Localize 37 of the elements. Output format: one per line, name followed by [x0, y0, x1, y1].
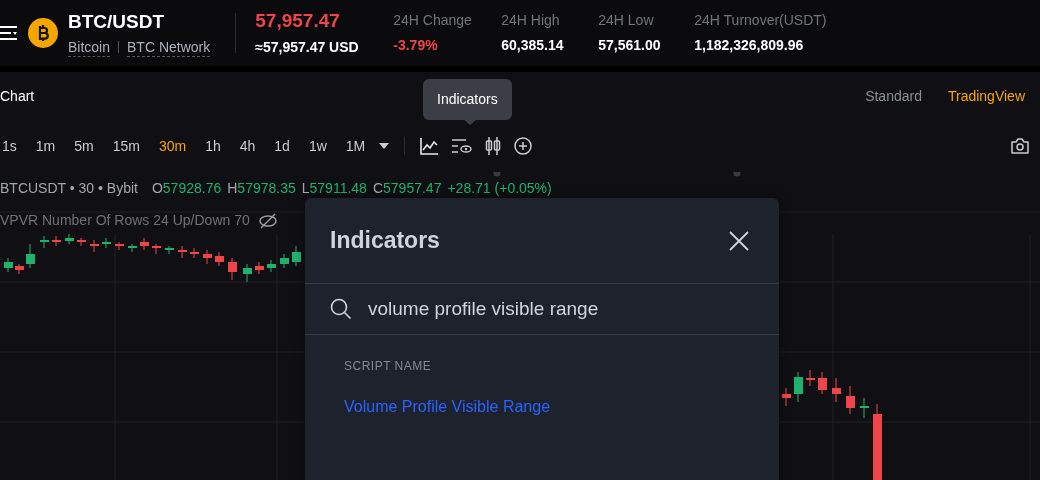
indicator-legend: VPVR Number Of Rows 24 Up/Down 70 [0, 210, 250, 231]
interval-tab[interactable]: 15m [112, 135, 140, 157]
stat-value: 60,385.14 [501, 36, 565, 55]
ohlc-value: O57928.76 [151, 180, 222, 196]
network-link[interactable]: BTC Network [127, 37, 211, 57]
price-change: +28.71 (+0.05%) [447, 180, 552, 196]
view-mode-tab[interactable]: Standard [865, 85, 922, 107]
coin-name-link[interactable]: Bitcoin [68, 37, 111, 57]
section-heading: SCRIPT NAME [344, 358, 433, 375]
interval-tab[interactable]: 4h [239, 135, 256, 157]
usd-price: ≈57,957.47 USD [255, 37, 360, 57]
stat-label: 24H Low [598, 11, 655, 30]
stat-label: 24H High [501, 11, 561, 30]
interval-tab[interactable]: 1w [308, 135, 327, 157]
interval-tab[interactable]: 1s [2, 135, 17, 157]
stat-label: 24H Change [393, 11, 473, 30]
chart-title: Chart [0, 86, 35, 106]
ohlc-value: L57911.48 [301, 180, 367, 196]
symbol-label: BTCUSDT • 30 • Bybit [0, 180, 138, 196]
interval-tab[interactable]: 30m [158, 135, 187, 157]
tooltip: Indicators [423, 79, 512, 120]
interval-tab[interactable]: 1M [345, 135, 366, 157]
ohlc-value: H57978.35 [227, 180, 296, 196]
interval-tab[interactable]: 1h [205, 135, 221, 157]
interval-tab[interactable]: 1m [35, 135, 56, 157]
stat-value: -3.79% [393, 36, 439, 55]
stat-value: 1,182,326,809.96 [694, 36, 805, 55]
interval-tab[interactable]: 1d [274, 135, 290, 157]
stat-label: 24H Turnover(USDT) [694, 11, 828, 30]
pair-title: BTC/USDT [68, 9, 166, 34]
interval-tab[interactable]: 5m [74, 135, 94, 157]
last-price: 57,957.47 [255, 8, 341, 33]
dialog-title: Indicators [330, 226, 440, 256]
stat-value: 57,561.00 [598, 36, 662, 55]
ohlc-value: C57957.47 [372, 180, 442, 196]
view-mode-tab[interactable]: TradingView [947, 85, 1025, 107]
search-field[interactable]: volume profile visible range [368, 294, 748, 324]
